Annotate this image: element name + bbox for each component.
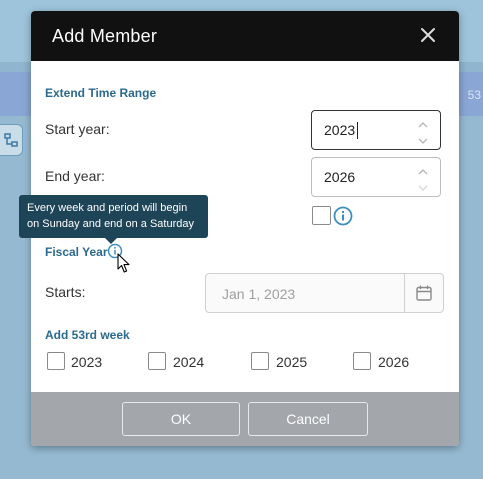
tooltip-line-1: Every week and period will begin (27, 202, 188, 214)
starts-label: Starts: (45, 284, 86, 300)
dialog-footer: OK Cancel (31, 392, 459, 446)
dialog-title: Add Member (52, 26, 158, 46)
chevron-up-icon[interactable] (416, 164, 430, 175)
week53-2025-checkbox[interactable] (251, 352, 269, 370)
field-divider (404, 274, 405, 312)
fiscal-year-heading: Fiscal Year (45, 245, 108, 259)
text-caret (357, 122, 358, 139)
start-year-label: Start year: (45, 121, 110, 137)
week53-2026-label: 2026 (378, 354, 410, 370)
week53-2025-label: 2025 (276, 354, 308, 370)
starts-date-value: Jan 1, 2023 (222, 286, 296, 302)
chevron-up-icon[interactable] (416, 117, 430, 128)
start-year-stepper[interactable]: 2023 (311, 110, 441, 150)
calendar-icon[interactable] (415, 284, 433, 307)
week53-2026-checkbox[interactable] (353, 352, 371, 370)
end-year-label: End year: (45, 168, 105, 184)
chevron-down-icon[interactable] (416, 180, 430, 191)
ok-button[interactable]: OK (122, 402, 240, 436)
cancel-button[interactable]: Cancel (248, 402, 368, 436)
tooltip-line-2: on Sunday and end on a Saturday (27, 218, 194, 230)
chevron-down-icon[interactable] (416, 133, 430, 144)
fiscal-year-checkbox[interactable] (312, 206, 331, 225)
week53-2024-label: 2024 (173, 354, 205, 370)
dialog-header: Add Member (31, 11, 459, 61)
end-year-stepper[interactable]: 2026 (311, 157, 441, 197)
close-icon[interactable] (419, 26, 437, 44)
week53-2024-checkbox[interactable] (148, 352, 166, 370)
hierarchy-icon (0, 124, 23, 156)
add-53rd-week-heading: Add 53rd week (45, 328, 130, 342)
info-icon[interactable] (333, 206, 353, 231)
tooltip-arrow (105, 238, 117, 244)
background-band-text: 53 (467, 88, 481, 102)
starts-date-field[interactable]: Jan 1, 2023 (205, 273, 444, 313)
end-year-value: 2026 (324, 169, 356, 185)
fiscal-year-tooltip: Every week and period will begin on Sund… (19, 195, 208, 238)
week53-2023-checkbox[interactable] (47, 352, 65, 370)
week53-2023-label: 2023 (71, 354, 103, 370)
start-year-value: 2023 (324, 122, 356, 138)
extend-time-range-heading: Extend Time Range (45, 86, 157, 100)
mouse-cursor-icon (117, 253, 131, 279)
